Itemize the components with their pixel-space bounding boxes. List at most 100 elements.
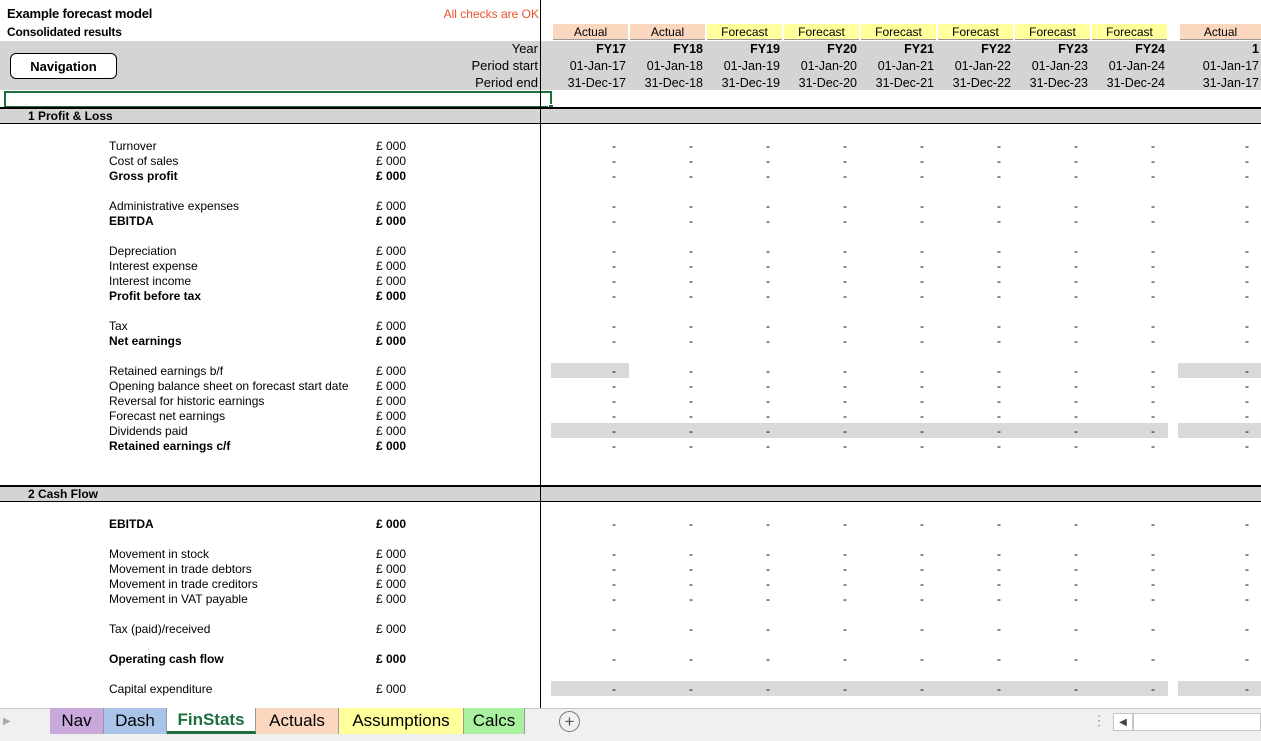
table-cell[interactable]: - xyxy=(596,622,616,636)
table-cell[interactable]: - xyxy=(981,394,1001,408)
table-cell[interactable]: - xyxy=(981,577,1001,591)
table-cell[interactable]: - xyxy=(827,169,847,183)
table-cell[interactable]: - xyxy=(904,139,924,153)
table-cell[interactable]: - xyxy=(827,424,847,438)
table-cell[interactable]: - xyxy=(904,199,924,213)
table-cell[interactable]: - xyxy=(673,517,693,531)
table-cell[interactable]: - xyxy=(1058,259,1078,273)
table-cell[interactable]: - xyxy=(673,244,693,258)
table-cell[interactable]: - xyxy=(596,139,616,153)
table-cell[interactable]: - xyxy=(1229,274,1249,288)
table-cell[interactable]: - xyxy=(1229,364,1249,378)
table-cell[interactable]: - xyxy=(981,259,1001,273)
table-cell[interactable]: - xyxy=(1058,244,1078,258)
table-cell[interactable]: - xyxy=(904,577,924,591)
table-cell[interactable]: - xyxy=(673,622,693,636)
table-cell[interactable]: - xyxy=(673,289,693,303)
table-cell[interactable]: - xyxy=(981,424,1001,438)
table-cell[interactable]: - xyxy=(1135,409,1155,423)
table-cell[interactable]: - xyxy=(750,289,770,303)
table-cell[interactable]: - xyxy=(1229,379,1249,393)
table-cell[interactable]: - xyxy=(673,334,693,348)
split-handle-icon[interactable]: ⋮ xyxy=(1092,712,1106,729)
table-cell[interactable]: - xyxy=(1058,592,1078,606)
table-cell[interactable]: - xyxy=(904,517,924,531)
table-cell[interactable]: - xyxy=(904,154,924,168)
table-cell[interactable]: - xyxy=(596,319,616,333)
table-cell[interactable]: - xyxy=(1135,259,1155,273)
table-cell[interactable]: - xyxy=(981,364,1001,378)
table-cell[interactable]: - xyxy=(750,214,770,228)
table-cell[interactable]: - xyxy=(981,319,1001,333)
table-cell[interactable]: - xyxy=(981,517,1001,531)
table-cell[interactable]: - xyxy=(827,409,847,423)
table-cell[interactable]: - xyxy=(1135,289,1155,303)
table-cell[interactable]: - xyxy=(904,214,924,228)
table-cell[interactable]: - xyxy=(750,154,770,168)
table-cell[interactable]: - xyxy=(673,439,693,453)
sheet-tab-actuals[interactable]: Actuals xyxy=(256,708,339,734)
table-cell[interactable]: - xyxy=(1135,547,1155,561)
table-cell[interactable]: - xyxy=(673,154,693,168)
table-cell[interactable]: - xyxy=(904,379,924,393)
table-cell[interactable]: - xyxy=(1229,682,1249,696)
table-cell[interactable]: - xyxy=(673,214,693,228)
table-cell[interactable]: - xyxy=(1135,439,1155,453)
table-cell[interactable]: - xyxy=(1058,334,1078,348)
horizontal-scrollbar[interactable] xyxy=(1133,713,1261,731)
table-cell[interactable]: - xyxy=(673,577,693,591)
table-cell[interactable]: - xyxy=(1229,394,1249,408)
table-cell[interactable]: - xyxy=(750,562,770,576)
table-cell[interactable]: - xyxy=(596,652,616,666)
table-cell[interactable]: - xyxy=(750,577,770,591)
table-cell[interactable]: - xyxy=(1229,334,1249,348)
table-cell[interactable]: - xyxy=(981,409,1001,423)
table-cell[interactable]: - xyxy=(750,169,770,183)
table-cell[interactable]: - xyxy=(827,394,847,408)
table-cell[interactable]: - xyxy=(596,214,616,228)
table-cell[interactable]: - xyxy=(1135,379,1155,393)
table-cell[interactable]: - xyxy=(1058,682,1078,696)
table-cell[interactable]: - xyxy=(981,274,1001,288)
table-cell[interactable]: - xyxy=(1058,562,1078,576)
navigation-button[interactable]: Navigation xyxy=(10,53,117,79)
table-cell[interactable]: - xyxy=(904,562,924,576)
table-cell[interactable]: - xyxy=(981,244,1001,258)
table-cell[interactable]: - xyxy=(1229,562,1249,576)
sheet-tab-calcs[interactable]: Calcs xyxy=(464,708,525,734)
table-cell[interactable]: - xyxy=(904,547,924,561)
table-cell[interactable]: - xyxy=(981,139,1001,153)
table-cell[interactable]: - xyxy=(1229,424,1249,438)
table-cell[interactable]: - xyxy=(904,289,924,303)
table-cell[interactable]: - xyxy=(981,682,1001,696)
table-cell[interactable]: - xyxy=(673,409,693,423)
table-cell[interactable]: - xyxy=(904,364,924,378)
add-sheet-icon[interactable]: + xyxy=(559,711,580,732)
table-cell[interactable]: - xyxy=(827,547,847,561)
table-cell[interactable]: - xyxy=(981,334,1001,348)
table-cell[interactable]: - xyxy=(750,439,770,453)
table-cell[interactable]: - xyxy=(1058,409,1078,423)
sheet-tab-finstats[interactable]: FinStats xyxy=(167,708,256,734)
table-cell[interactable]: - xyxy=(1135,652,1155,666)
table-cell[interactable]: - xyxy=(827,577,847,591)
table-cell[interactable]: - xyxy=(904,682,924,696)
sheet-tab-assumptions[interactable]: Assumptions xyxy=(339,708,464,734)
table-cell[interactable]: - xyxy=(750,364,770,378)
table-cell[interactable]: - xyxy=(750,259,770,273)
table-cell[interactable]: - xyxy=(1058,439,1078,453)
table-cell[interactable]: - xyxy=(981,199,1001,213)
table-cell[interactable]: - xyxy=(827,289,847,303)
table-cell[interactable]: - xyxy=(1135,517,1155,531)
table-cell[interactable]: - xyxy=(596,259,616,273)
table-cell[interactable]: - xyxy=(750,199,770,213)
table-cell[interactable]: - xyxy=(596,364,616,378)
table-cell[interactable]: - xyxy=(1058,379,1078,393)
table-cell[interactable]: - xyxy=(673,547,693,561)
table-cell[interactable]: - xyxy=(596,169,616,183)
table-cell[interactable]: - xyxy=(750,652,770,666)
table-cell[interactable]: - xyxy=(981,652,1001,666)
table-cell[interactable]: - xyxy=(1229,244,1249,258)
table-cell[interactable]: - xyxy=(596,334,616,348)
table-cell[interactable]: - xyxy=(981,547,1001,561)
